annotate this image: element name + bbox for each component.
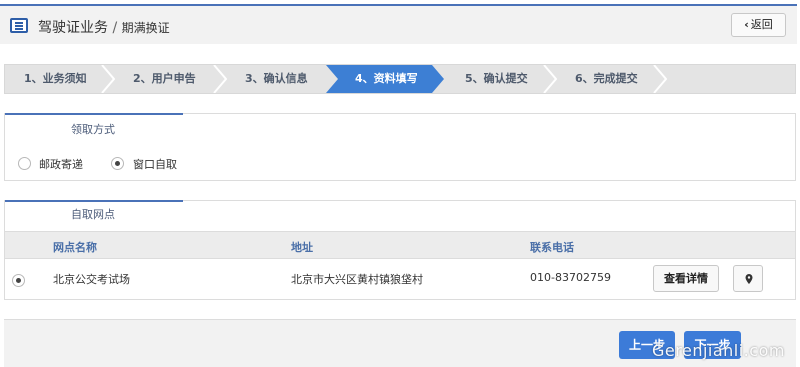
map-pin-icon — [745, 274, 753, 284]
column-header-name: 网点名称 — [53, 241, 97, 254]
step-2: 2、用户申告 — [133, 72, 196, 85]
step-separator — [101, 65, 115, 93]
page-title: 驾驶证业务 / 期满换证 — [38, 17, 170, 37]
option-window-pickup-label[interactable]: 窗口自取 — [133, 156, 177, 172]
location-name: 北京公交考试场 — [53, 273, 130, 286]
step-separator — [653, 65, 667, 93]
panel-tab-indicator — [5, 113, 183, 115]
step-5: 5、确认提交 — [465, 72, 528, 85]
step-separator — [213, 65, 227, 93]
view-details-button[interactable]: 查看详情 — [653, 265, 719, 292]
step-1: 1、业务须知 — [24, 72, 87, 85]
breadcrumb-current: 期满换证 — [121, 21, 170, 35]
step-6: 6、完成提交 — [575, 72, 638, 85]
chevron-left-icon: ‹ — [744, 18, 749, 31]
delivery-method-panel: 领取方式 邮政寄递 窗口自取 — [4, 113, 796, 181]
step-4-active: 4、资料填写 — [355, 72, 418, 85]
row-select-radio[interactable] — [12, 274, 25, 287]
location-phone: 010-83702759 — [530, 271, 611, 284]
watermark-text: Gerenjianli.com — [652, 341, 785, 360]
step-3: 3、确认信息 — [245, 72, 308, 85]
step-separator — [543, 65, 557, 93]
table-header: 网点名称 地址 联系电话 — [5, 231, 795, 259]
breadcrumb-separator: / — [112, 20, 122, 36]
back-button-label: 返回 — [750, 18, 773, 31]
back-button[interactable]: ‹ 返回 — [731, 13, 786, 37]
step-progress-bar: 1、业务须知 2、用户申告 3、确认信息 4、资料填写 5、确认提交 6、完成提… — [4, 64, 796, 94]
radio-postal[interactable] — [18, 157, 31, 170]
delivery-method-title: 领取方式 — [71, 123, 115, 136]
page-header: 驾驶证业务 / 期满换证 ‹ 返回 — [0, 6, 797, 44]
pickup-location-title: 自取网点 — [71, 208, 115, 221]
panel-tab-indicator — [5, 200, 183, 202]
column-header-address: 地址 — [291, 241, 313, 254]
column-header-phone: 联系电话 — [530, 241, 574, 254]
breadcrumb-section: 驾驶证业务 — [38, 20, 108, 36]
pickup-location-panel: 自取网点 网点名称 地址 联系电话 北京公交考试场 北京市大兴区黄村镇狼垡村 0… — [4, 200, 796, 300]
list-icon — [10, 18, 28, 33]
radio-window-pickup[interactable] — [111, 157, 124, 170]
map-pin-button[interactable] — [733, 265, 763, 292]
location-address: 北京市大兴区黄村镇狼垡村 — [291, 273, 423, 286]
option-postal-label[interactable]: 邮政寄递 — [39, 156, 83, 172]
